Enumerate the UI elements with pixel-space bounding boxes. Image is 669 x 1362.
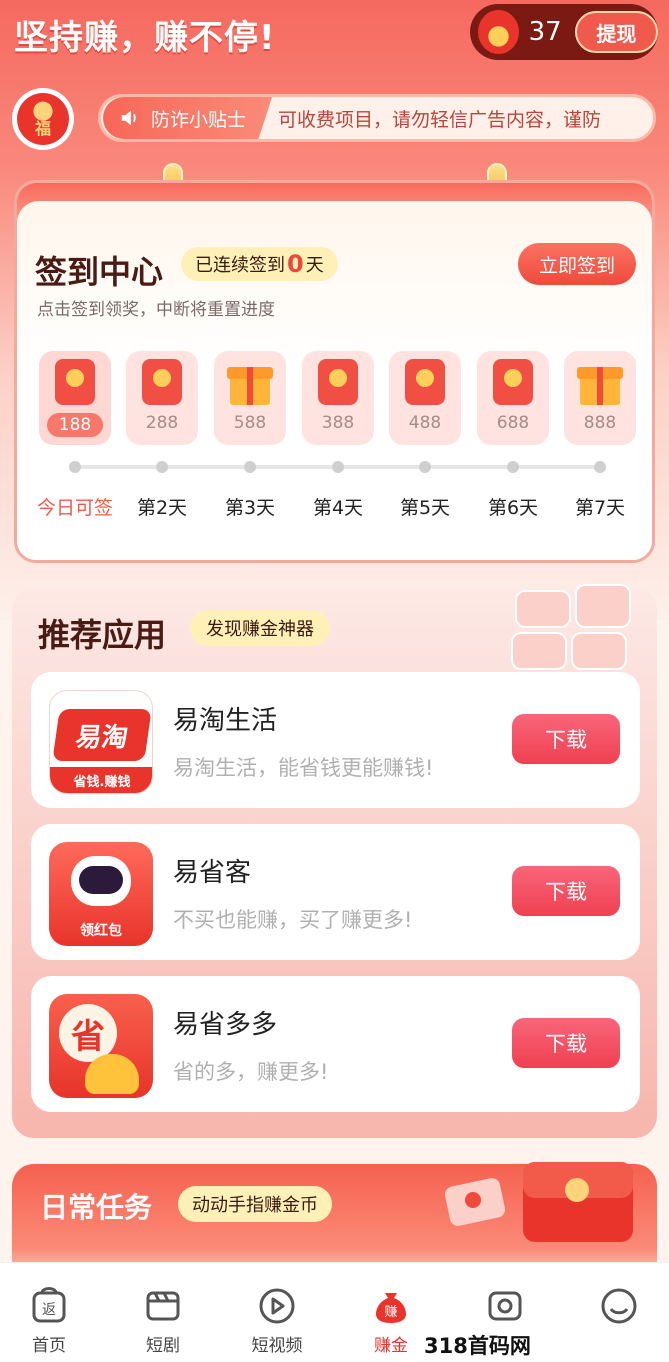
day-reward: 288: [145, 413, 179, 433]
tip-tag: 防诈小贴士: [103, 97, 273, 139]
app-row-yishengduoduo[interactable]: 省 易省多多 省的多，赚更多! 下载: [31, 976, 640, 1112]
day-reward: 488: [408, 413, 442, 433]
download-button[interactable]: 下载: [512, 866, 620, 916]
day-cell-4[interactable]: 388: [302, 351, 374, 445]
speaker-icon: [121, 110, 136, 126]
day-label: 第6天: [487, 497, 539, 519]
day-label: 第3天: [224, 497, 276, 519]
gift-box-icon: [577, 359, 623, 405]
coin-balance-pill[interactable]: 37 提现: [470, 4, 658, 60]
day-label: 第4天: [312, 497, 364, 519]
daily-tasks-tag: 动动手指赚金币: [178, 1186, 332, 1222]
tab-label: 赚金: [374, 1336, 408, 1356]
yishengke-app-icon: 领红包: [49, 842, 153, 946]
red-envelope-icon: [405, 359, 445, 405]
red-envelope-icon: [142, 359, 182, 405]
watermark-text: 318首码网 www.e318.com: [424, 1330, 669, 1362]
money-bag-icon: 赚: [376, 1293, 406, 1323]
day-reward: 588: [233, 413, 267, 433]
anti-fraud-tip-bar[interactable]: 防诈小贴士 可收费项目，请勿轻信广告内容，谨防: [98, 94, 656, 142]
day-reward: 188: [46, 413, 104, 437]
app-desc: 省的多，赚更多!: [173, 1060, 329, 1084]
progress-dot: [419, 461, 431, 473]
app-name: 易省客: [173, 858, 252, 888]
progress-dot: [244, 461, 256, 473]
day-label-today: 今日可签: [36, 497, 113, 519]
tip-marquee-text: 可收费项目，请勿轻信广告内容，谨防: [278, 108, 602, 131]
tab-short-video[interactable]: 短视频: [222, 1263, 332, 1362]
day-label: 第5天: [399, 497, 451, 519]
tab-label: 首页: [32, 1336, 66, 1356]
app-name: 易省多多: [173, 1010, 278, 1040]
gift-box-icon: [227, 359, 273, 405]
red-envelope-icon: [55, 359, 95, 405]
coin-count: 37: [528, 17, 562, 47]
day-cell-5[interactable]: 488: [389, 351, 461, 445]
robot-face: [79, 866, 123, 894]
day-cell-6[interactable]: 688: [477, 351, 549, 445]
group-icon: [488, 1291, 522, 1321]
yishengke-icon-sub: 领红包: [80, 923, 122, 939]
day-cell-2[interactable]: 288: [126, 351, 198, 445]
lucky-bag-icon[interactable]: 福: [12, 88, 74, 150]
day-reward: 888: [583, 413, 617, 433]
day-label: 第7天: [574, 497, 626, 519]
withdraw-button[interactable]: 提现: [574, 11, 658, 53]
fu-label: 福: [17, 93, 69, 145]
streak-days: 0: [287, 250, 304, 278]
red-envelope-icon: [318, 359, 358, 405]
progress-dot: [69, 461, 81, 473]
tip-tag-label: 防诈小贴士: [151, 108, 247, 131]
streak-badge: 已连续签到 0 天: [181, 247, 338, 281]
day-cell-7[interactable]: 888: [564, 351, 636, 445]
coin-bag-icon: [478, 10, 519, 54]
yitao-icon-sub: 省钱.赚钱: [50, 767, 152, 793]
progress-dot: [594, 461, 606, 473]
yitao-icon-text: 易淘: [52, 709, 152, 761]
streak-suffix: 天: [305, 255, 324, 276]
day-reward: 388: [321, 413, 355, 433]
page-slogan: 坚持赚，赚不停!: [14, 18, 276, 58]
sign-in-title: 签到中心: [35, 253, 164, 291]
app-row-yishengke[interactable]: 领红包 易省客 不买也能赚，买了赚更多! 下载: [31, 824, 640, 960]
money-bag-icon-text: 赚: [384, 1304, 397, 1320]
download-button[interactable]: 下载: [512, 714, 620, 764]
red-envelope-icon: [493, 359, 533, 405]
yishengduoduo-app-icon: 省: [49, 994, 153, 1098]
home-return-icon: 返: [32, 1287, 66, 1323]
tab-short-drama[interactable]: 短剧: [108, 1263, 218, 1362]
progress-dot: [507, 461, 519, 473]
envelope-decoration-icon: [444, 1162, 633, 1242]
cube-decoration-icon: [511, 584, 635, 672]
app-row-yitao[interactable]: 易淘 省钱.赚钱 易淘生活 易淘生活，能省钱更能赚钱! 下载: [31, 672, 640, 808]
daily-tasks-title: 日常任务: [40, 1191, 153, 1224]
app-name: 易淘生活: [173, 706, 278, 736]
svg-text:返: 返: [42, 1302, 56, 1318]
app-desc: 易淘生活，能省钱更能赚钱!: [173, 756, 434, 780]
clapperboard-icon: [146, 1291, 180, 1321]
recommended-title: 推荐应用: [38, 616, 167, 654]
recommended-apps-card: 推荐应用 发现赚金神器 易淘 省钱.赚钱 易淘生活 易淘生活，能省钱更能赚钱! …: [12, 584, 657, 1138]
download-button[interactable]: 下载: [512, 1018, 620, 1068]
sign-in-card: 签到中心 已连续签到 0 天 立即签到 点击签到领奖，中断将重置进度 188 2…: [14, 180, 655, 563]
tab-label: 短剧: [146, 1336, 180, 1356]
recommended-tag: 发现赚金神器: [190, 610, 330, 646]
mascot-shape: [85, 1054, 139, 1094]
sign-in-button[interactable]: 立即签到: [518, 243, 636, 285]
yitao-app-icon: 易淘 省钱.赚钱: [49, 690, 153, 794]
play-circle-icon: [259, 1288, 295, 1324]
progress-dot: [332, 461, 344, 473]
profile-icon: [601, 1288, 637, 1324]
day-label: 第2天: [136, 497, 188, 519]
day-reward: 688: [496, 413, 530, 433]
app-desc: 不买也能赚，买了赚更多!: [173, 908, 413, 932]
day-cell-1[interactable]: 188: [39, 351, 111, 445]
day-cell-3[interactable]: 588: [214, 351, 286, 445]
tab-home[interactable]: 返 首页: [0, 1263, 104, 1362]
streak-prefix: 已连续签到: [195, 255, 285, 276]
sign-in-subtitle: 点击签到领奖，中断将重置进度: [37, 300, 275, 320]
tab-label: 短视频: [251, 1336, 303, 1356]
progress-dot: [156, 461, 168, 473]
